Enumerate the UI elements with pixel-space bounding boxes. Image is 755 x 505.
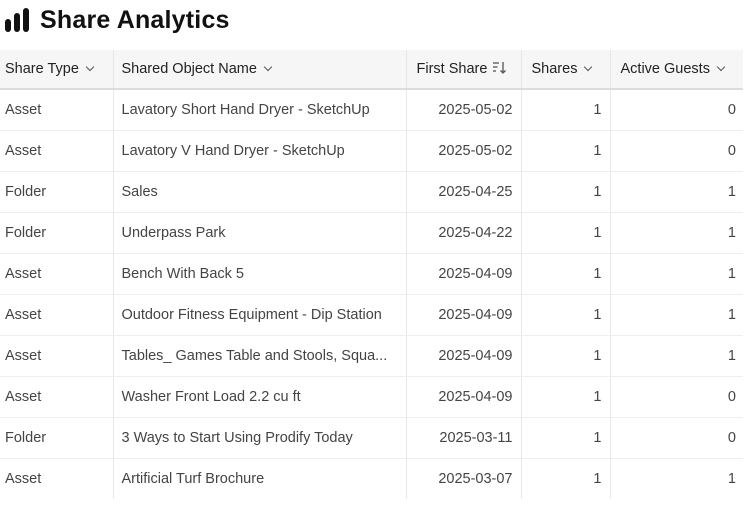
cell-shared-object-name[interactable]: Lavatory Short Hand Dryer - SketchUp: [113, 89, 407, 131]
cell-shared-object-name[interactable]: 3 Ways to Start Using Prodify Today: [113, 417, 407, 459]
cell-first-share: 2025-05-02: [406, 89, 522, 131]
cell-share-type: Asset: [0, 253, 114, 295]
column-header-active-guests[interactable]: Active Guests: [610, 50, 743, 90]
cell-first-share: 2025-04-09: [406, 294, 522, 336]
cell-share-type: Folder: [0, 212, 114, 254]
column-header-label: Shared Object Name: [121, 61, 257, 77]
chevron-down-icon[interactable]: [584, 62, 593, 72]
column-header-label: Share Type: [5, 61, 79, 77]
cell-active-guests: 0: [610, 89, 743, 131]
cell-share-type: Folder: [0, 417, 114, 459]
cell-shared-object-name[interactable]: Bench With Back 5: [113, 253, 407, 295]
cell-active-guests: 1: [610, 253, 743, 295]
cell-shares: 1: [521, 376, 611, 418]
bar-chart-icon: [5, 8, 29, 32]
cell-first-share: 2025-04-09: [406, 253, 522, 295]
table-row[interactable]: Asset Bench With Back 5 2025-04-09 1 1: [0, 253, 743, 295]
cell-share-type: Asset: [0, 335, 114, 377]
cell-shares: 1: [521, 212, 611, 254]
cell-shared-object-name[interactable]: Washer Front Load 2.2 cu ft: [113, 376, 407, 418]
cell-shared-object-name[interactable]: Artificial Turf Brochure: [113, 458, 407, 499]
column-header-label: Shares: [531, 61, 578, 77]
cell-shares: 1: [521, 335, 611, 377]
cell-active-guests: 1: [727, 471, 736, 487]
table-row[interactable]: Folder 3 Ways to Start Using Prodify Tod…: [0, 417, 743, 459]
column-header-label: Active Guests: [620, 61, 710, 77]
column-header-shares[interactable]: Shares: [521, 50, 611, 90]
cell-share-type: Asset: [0, 376, 114, 418]
table-row[interactable]: Asset Artificial Turf Brochure 2025-03-0…: [0, 458, 743, 499]
table-row[interactable]: Asset Tables_ Games Table and Stools, Sq…: [0, 335, 743, 377]
table-row[interactable]: Asset Lavatory V Hand Dryer - SketchUp 2…: [0, 130, 743, 172]
table-row[interactable]: Asset Outdoor Fitness Equipment - Dip St…: [0, 294, 743, 336]
sort-descending-icon[interactable]: [492, 61, 507, 74]
cell-shared-object-name[interactable]: Tables_ Games Table and Stools, Squa...: [113, 335, 407, 377]
table-row[interactable]: Folder Sales 2025-04-25 1 1: [0, 171, 743, 213]
page-title: Share Analytics: [40, 5, 230, 34]
cell-active-guests: 1: [610, 212, 743, 254]
cell-shares: 1: [521, 458, 611, 499]
cell-share-type: Asset: [0, 294, 114, 336]
cell-first-share: 2025-04-25: [406, 171, 522, 213]
cell-shares: 1: [521, 417, 611, 459]
chevron-down-icon[interactable]: [263, 62, 273, 72]
cell-shares: 1: [521, 253, 611, 295]
table-row[interactable]: Folder Underpass Park 2025-04-22 1 1: [0, 212, 743, 254]
cell-share-type: Asset: [0, 89, 114, 131]
cell-active-guests: 1: [610, 335, 743, 377]
cell-active-guests: 1: [610, 294, 743, 336]
cell-first-share: 2025-04-22: [406, 212, 522, 254]
share-analytics-table: Share Type Shared Object Name First Shar…: [0, 50, 743, 499]
cell-share-type: Asset: [0, 130, 114, 172]
cell-active-guests: 1: [610, 171, 743, 213]
chevron-down-icon[interactable]: [716, 62, 726, 72]
chevron-down-icon[interactable]: [85, 62, 95, 72]
table-row[interactable]: Asset Washer Front Load 2.2 cu ft 2025-0…: [0, 376, 743, 418]
column-header-shared-object-name[interactable]: Shared Object Name: [113, 50, 407, 90]
page-header: Share Analytics: [4, 5, 230, 35]
cell-shared-object-name[interactable]: Sales: [113, 171, 407, 213]
cell-shares: 1: [521, 294, 611, 336]
cell-active-guests: 0: [610, 417, 743, 459]
column-header-label: First Share: [416, 61, 488, 77]
cell-share-type: Folder: [0, 171, 114, 213]
cell-shared-object-name[interactable]: Lavatory V Hand Dryer - SketchUp: [113, 130, 407, 172]
cell-shares: 1: [521, 89, 611, 131]
cell-share-type: Asset: [0, 458, 114, 499]
cell-shares: 1: [521, 130, 611, 172]
cell-first-share: 2025-03-11: [406, 417, 522, 459]
cell-first-share: 2025-03-07: [406, 458, 522, 499]
column-header-first-share[interactable]: First Share: [406, 50, 522, 90]
column-header-share-type[interactable]: Share Type: [0, 50, 114, 90]
cell-shared-object-name[interactable]: Underpass Park: [113, 212, 407, 254]
cell-active-guests: 0: [610, 376, 743, 418]
cell-shares: 1: [521, 171, 611, 213]
cell-shared-object-name[interactable]: Outdoor Fitness Equipment - Dip Station: [113, 294, 407, 336]
cell-first-share: 2025-05-02: [406, 130, 522, 172]
table-header-row: Share Type Shared Object Name First Shar…: [0, 50, 743, 90]
cell-active-guests: 0: [610, 130, 743, 172]
cell-first-share: 2025-04-09: [406, 335, 522, 377]
cell-first-share: 2025-04-09: [406, 376, 522, 418]
table-row[interactable]: Asset Lavatory Short Hand Dryer - Sketch…: [0, 89, 743, 131]
